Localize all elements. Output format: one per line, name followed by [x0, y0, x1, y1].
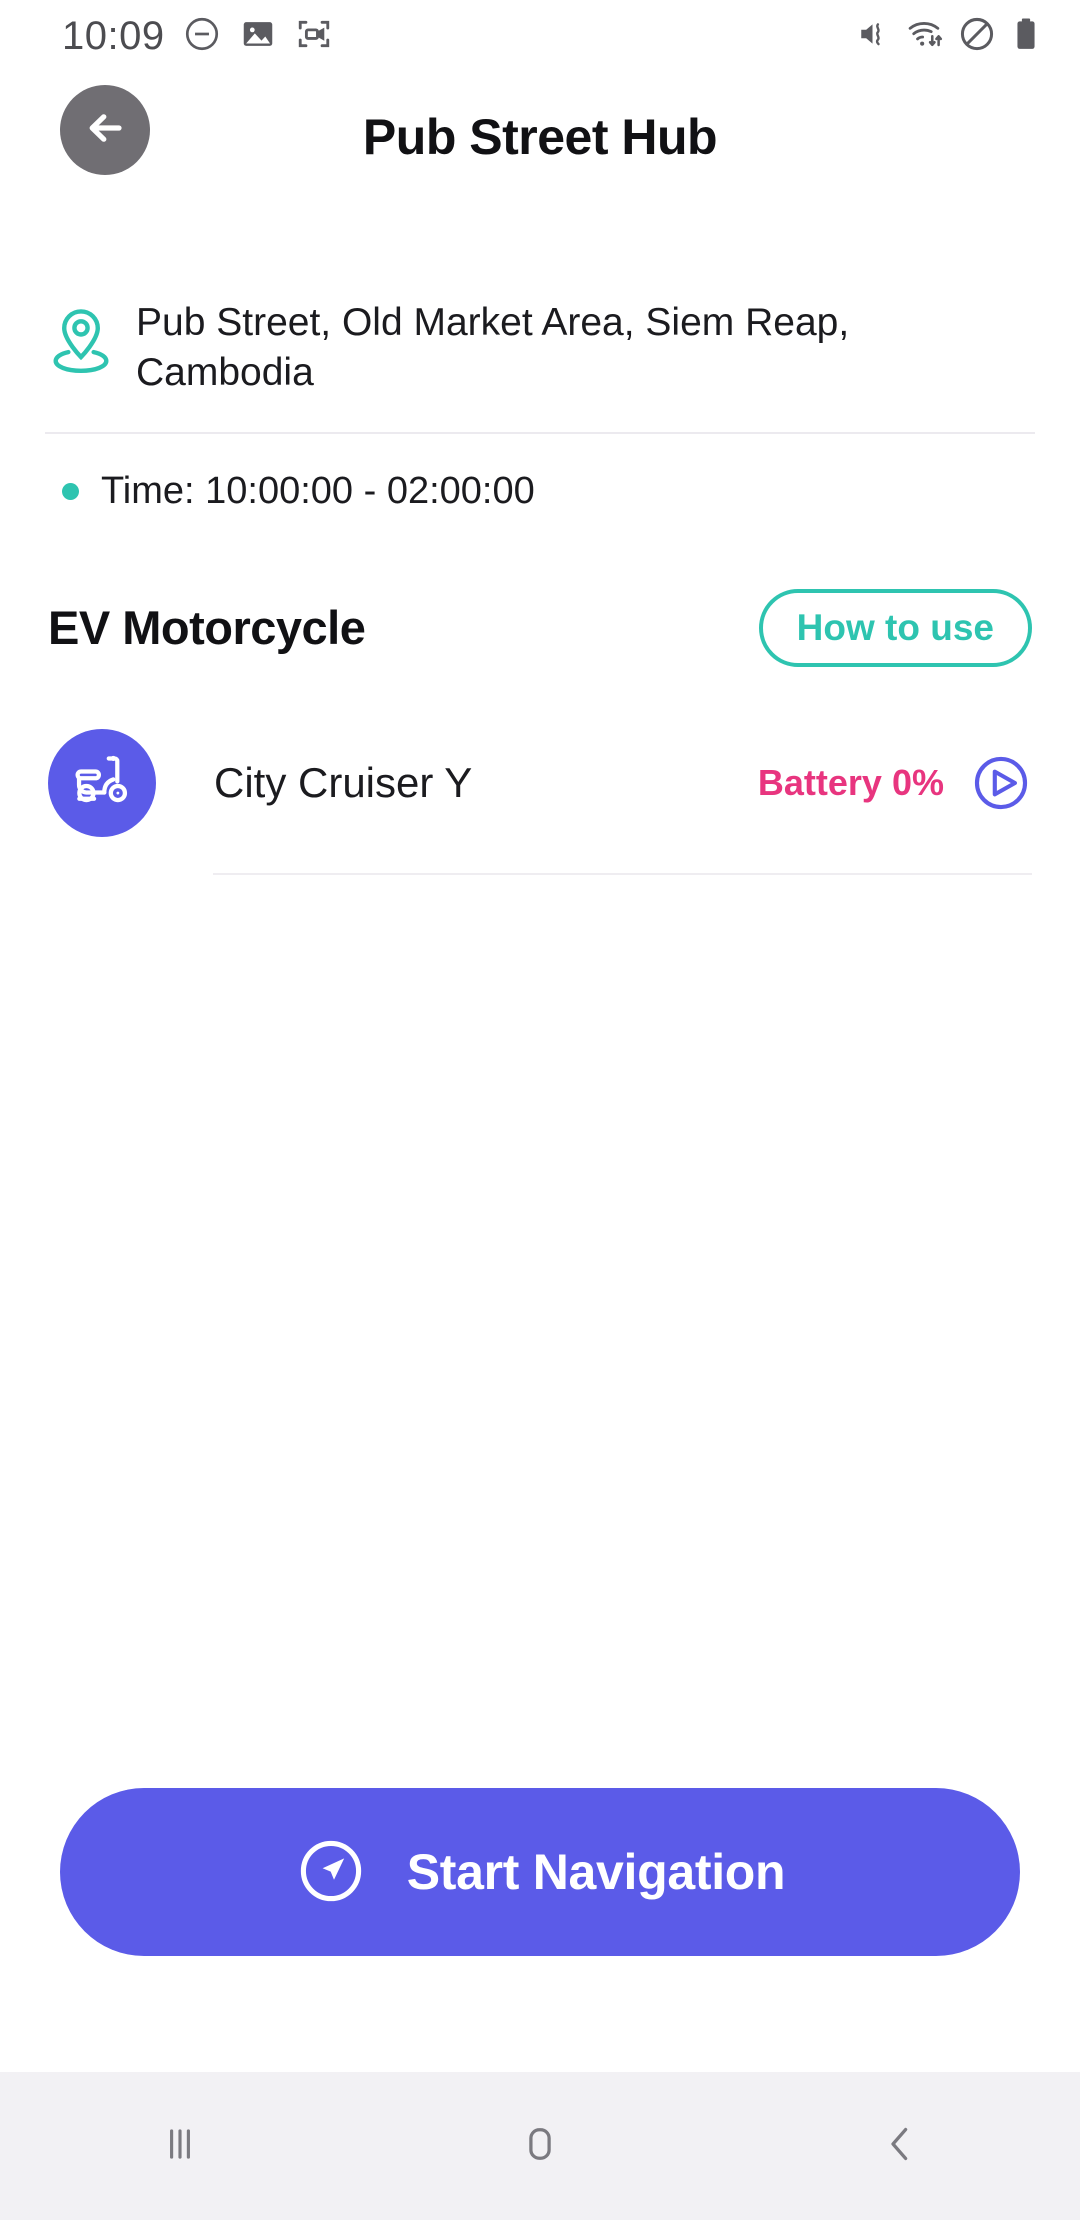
screen-recorder-icon: [295, 15, 333, 58]
status-bar-left: 10:09: [62, 14, 333, 59]
nav-back-button[interactable]: [820, 2072, 980, 2220]
avatar: [48, 728, 156, 837]
how-to-use-button[interactable]: How to use: [758, 588, 1032, 667]
page-title: Pub Street Hub: [362, 109, 718, 165]
vehicle-list-item[interactable]: City Cruiser Y Battery 0%: [0, 667, 1080, 837]
wifi-data-icon: [906, 15, 944, 58]
station-hours: Time: 10:00:00 - 02:00:00: [101, 469, 535, 512]
start-navigation-button[interactable]: Start Navigation: [60, 1788, 1020, 1956]
battery-full-icon: [1010, 15, 1042, 58]
navigation-arrow-icon: [295, 1835, 367, 1910]
status-bar-clock: 10:09: [62, 13, 165, 58]
bullet-dot-icon: [62, 482, 79, 500]
scooter-icon: [68, 746, 136, 819]
do-not-disturb-icon: [958, 15, 996, 58]
minus-circle-icon: [183, 15, 221, 58]
nav-recents-button[interactable]: [100, 2072, 260, 2220]
location-pin-icon: [48, 298, 114, 381]
system-nav-bar: [0, 2072, 1080, 2220]
status-bar-right: [856, 15, 1042, 58]
start-navigation-label: Start Navigation: [406, 1844, 786, 1900]
home-icon: [512, 2116, 568, 2177]
vehicle-name: City Cruiser Y: [214, 758, 473, 806]
status-bar: 10:09: [0, 0, 1080, 72]
gallery-icon: [239, 15, 277, 58]
station-address-row: Pub Street, Old Market Area, Siem Reap, …: [0, 202, 1080, 398]
back-chevron-icon: [872, 2116, 928, 2177]
vehicle-battery-status: Battery 0%: [757, 761, 944, 803]
arrow-left-icon: [81, 104, 129, 157]
mute-vibrate-icon: [856, 16, 892, 57]
play-circle-icon[interactable]: [970, 752, 1032, 814]
app-bar: Pub Street Hub: [0, 72, 1080, 202]
recents-icon: [152, 2116, 208, 2177]
back-button[interactable]: [60, 85, 150, 175]
cta-container: Start Navigation: [0, 1788, 1080, 2072]
section-title: EV Motorcycle: [48, 601, 366, 655]
nav-home-button[interactable]: [460, 2072, 620, 2220]
station-address: Pub Street, Old Market Area, Siem Reap, …: [136, 301, 850, 394]
station-hours-row: Time: 10:00:00 - 02:00:00: [0, 434, 1080, 513]
vehicle-section-header: EV Motorcycle How to use: [0, 513, 1080, 667]
phone-screen: 10:09 Pub Street Hub Pub Street, Old Mar…: [0, 0, 1080, 2220]
